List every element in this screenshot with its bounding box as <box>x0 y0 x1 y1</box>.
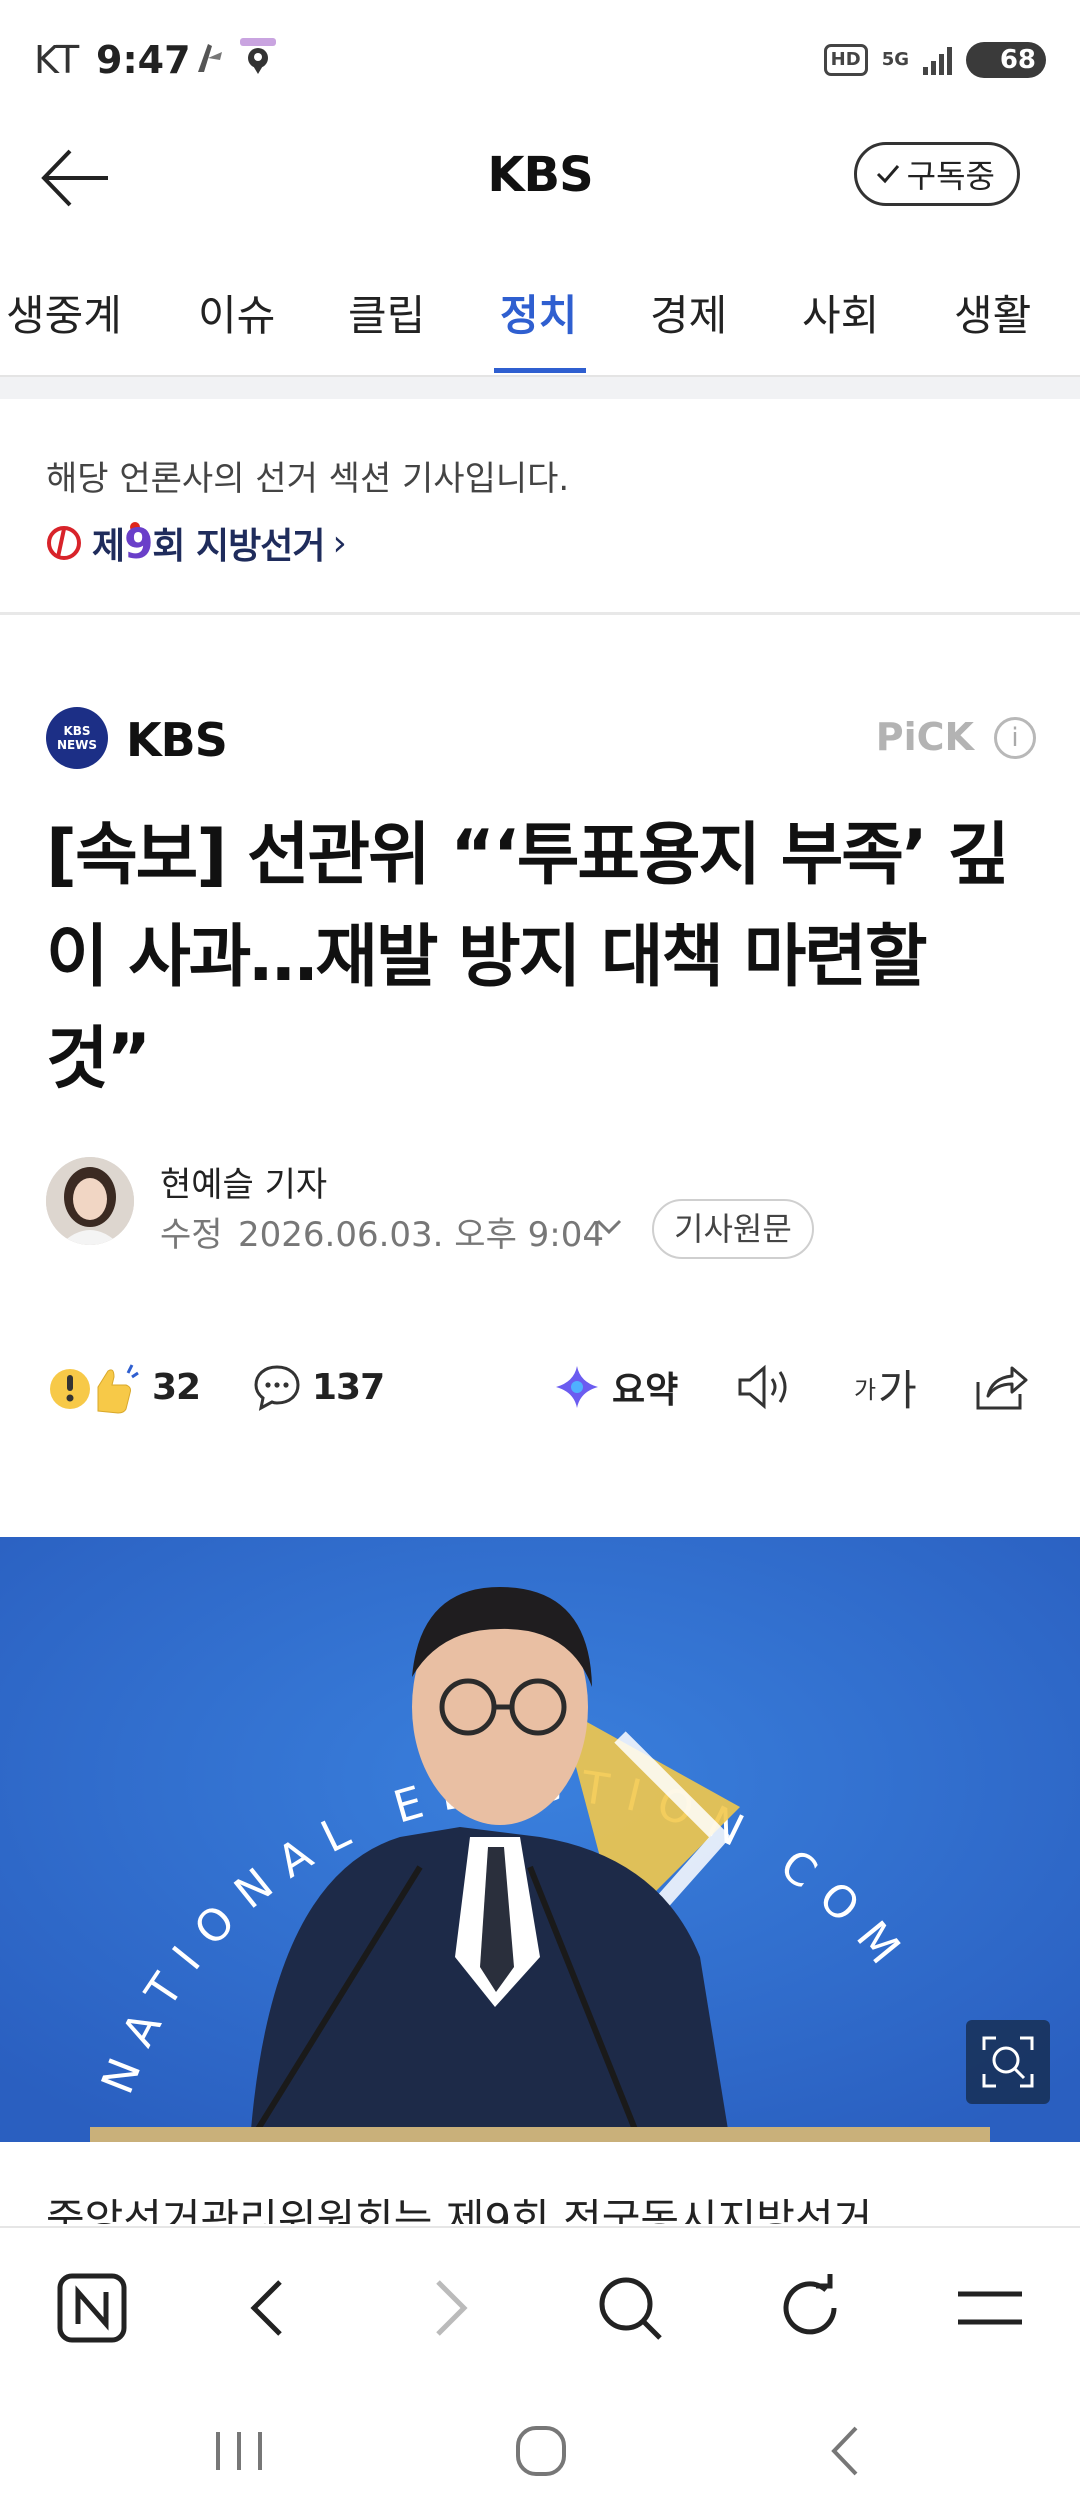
modified-date: 2026.06.03. 오후 9:04 <box>238 1215 605 1255</box>
press-row: KBS NEWS KBS PiCK i <box>46 705 1036 771</box>
section-tabs: 생중계 이슈 클립 정치 경제 사회 생활 <box>0 250 1080 532</box>
share-button[interactable] <box>972 1352 1030 1422</box>
section-divider <box>0 612 1080 615</box>
comment-button[interactable]: 137 <box>252 1352 385 1422</box>
font-size-large-label: 가 <box>878 1365 917 1415</box>
network-type-icon: 5G <box>881 49 909 70</box>
original-article-button[interactable]: 기사원문 <box>652 1199 814 1259</box>
pick-badge: PiCK <box>875 715 974 759</box>
status-bar: KT 9:47 HD 5G 68 <box>0 0 1080 125</box>
reporter-name[interactable]: 현예슬 기자 <box>160 1157 327 1206</box>
byline: 현예슬 기자 수정 2026.06.03. 오후 9:04 기사원문 <box>46 1157 1036 1259</box>
menu-icon[interactable] <box>950 2268 1030 2348</box>
font-size-button[interactable]: 가 가 <box>854 1352 917 1422</box>
ballot-mark-icon <box>47 526 81 560</box>
search-icon[interactable] <box>590 2268 670 2348</box>
chevron-right-icon: › <box>332 522 347 564</box>
speaker-icon <box>738 1364 787 1410</box>
tab-politics[interactable]: 정치 <box>500 282 577 343</box>
chevron-down-icon[interactable] <box>592 1209 626 1243</box>
battery-level: 68 <box>999 45 1036 75</box>
comment-count: 137 <box>312 1366 385 1408</box>
photo-zoom-button[interactable] <box>966 2020 1050 2104</box>
system-back-icon[interactable] <box>810 2416 880 2486</box>
signal-strength-icon <box>923 45 952 75</box>
tab-live[interactable]: 생중계 <box>6 282 122 343</box>
browser-toolbar <box>0 2226 1080 2386</box>
tab-society[interactable]: 사회 <box>802 282 879 343</box>
naver-home-icon[interactable] <box>52 2268 132 2348</box>
tab-life[interactable]: 생활 <box>954 282 1031 343</box>
share-icon <box>976 1366 1028 1410</box>
clock: 9:47 <box>96 38 191 82</box>
browser-back-icon[interactable] <box>228 2268 308 2348</box>
text-to-speech-button[interactable] <box>736 1352 798 1422</box>
check-icon <box>876 165 899 184</box>
reporter-avatar[interactable] <box>46 1157 134 1245</box>
tab-issue[interactable]: 이슈 <box>198 282 275 343</box>
election-number: 9 <box>124 519 153 568</box>
ai-summary-icon <box>556 1366 598 1408</box>
location-app-icon <box>240 38 276 74</box>
article-photo[interactable]: NATIONAL ELECTION COMMISSION <box>0 1537 1080 2142</box>
subscribe-button[interactable]: 구독중 <box>853 142 1020 206</box>
system-navigation-bar <box>0 2386 1080 2520</box>
comment-icon <box>254 1365 300 1411</box>
article-headline: [속보] 선관위 “‘투표용지 부족’ 깊이 사과…재발 방지 대책 마련할 것… <box>46 816 1010 1099</box>
tab-clip[interactable]: 클립 <box>348 282 425 343</box>
article-body-preview: 중앙선거관리위원회는 제9회 전국동시지방선거 <box>46 2195 873 2224</box>
carrier-label: KT <box>34 38 80 82</box>
font-size-small-label: 가 <box>854 1375 877 1404</box>
reaction-button[interactable]: 32 <box>46 1352 201 1422</box>
summary-button[interactable]: 요약 <box>552 1352 678 1422</box>
election-notice: 해당 언론사의 선거 섹션 기사입니다. <box>46 459 570 499</box>
recent-apps-icon[interactable] <box>204 2416 274 2486</box>
home-icon[interactable] <box>506 2416 576 2486</box>
active-tab-indicator <box>494 368 586 373</box>
article-action-bar: 32 137 요약 가 가 <box>46 1352 1036 1422</box>
app-notification-icon <box>198 44 222 72</box>
election-banner: 해당 언론사의 선거 섹션 기사입니다. 제9회 지방선거 › <box>0 399 1080 612</box>
hd-voice-badge: HD <box>823 44 868 76</box>
zoom-search-icon <box>982 2036 1034 2088</box>
modified-label: 수정 <box>160 1215 223 1255</box>
press-name[interactable]: KBS <box>126 713 228 767</box>
section-spacer <box>0 377 1080 399</box>
summary-label: 요약 <box>612 1370 679 1411</box>
battery-icon: 68 <box>966 42 1046 78</box>
refresh-icon[interactable] <box>770 2268 850 2348</box>
press-briefing-image: NATIONAL ELECTION COMMISSION <box>0 1537 1080 2142</box>
reaction-count: 32 <box>152 1366 201 1408</box>
press-logo[interactable]: KBS NEWS <box>46 707 108 769</box>
info-icon[interactable]: i <box>994 717 1036 759</box>
browser-forward-icon[interactable] <box>410 2268 490 2348</box>
election-label: 제9회 지방선거 <box>92 519 326 568</box>
election-section-link[interactable]: 제9회 지방선거 › <box>44 517 347 569</box>
reaction-icon <box>50 1364 139 1414</box>
app-header: KBS 구독중 <box>0 125 1080 230</box>
tab-economy[interactable]: 경제 <box>650 282 727 343</box>
subscribe-label: 구독중 <box>906 157 995 195</box>
